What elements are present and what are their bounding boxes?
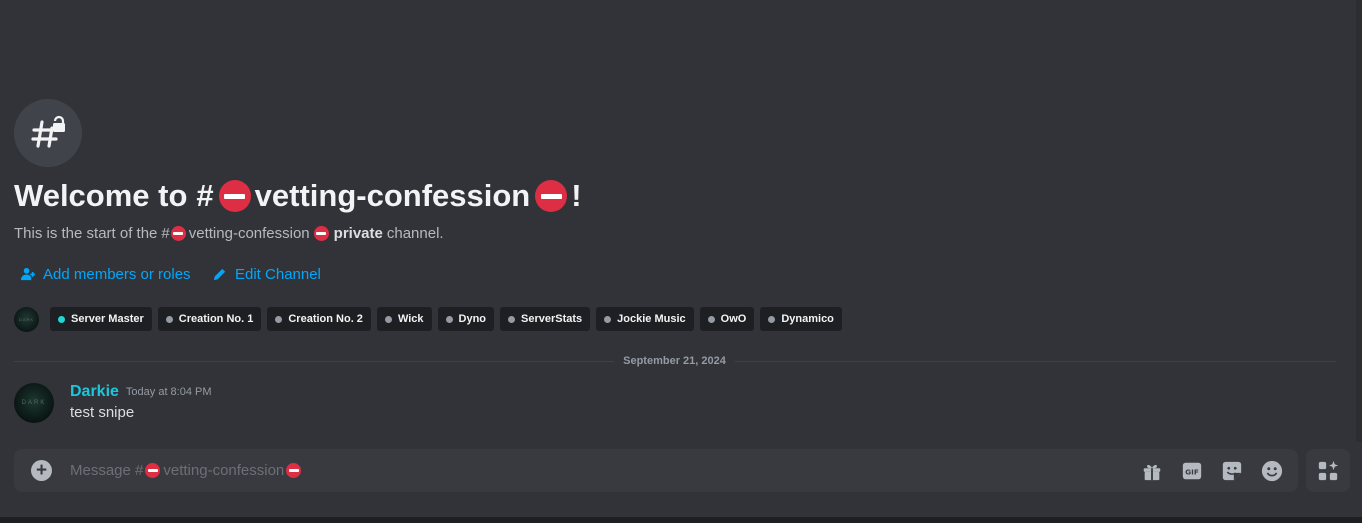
message-header: Darkie Today at 8:04 PM	[70, 382, 212, 402]
status-dot	[384, 315, 392, 323]
intro-suffix: channel.	[386, 224, 444, 242]
message-author[interactable]: Darkie	[70, 383, 119, 401]
edit-channel-button[interactable]: Edit Channel	[212, 264, 321, 284]
scrollbar-track[interactable]	[1356, 0, 1362, 442]
no-entry-icon	[170, 225, 186, 241]
no-entry-icon	[145, 463, 161, 478]
member-chip[interactable]: Creation No. 1	[157, 307, 262, 331]
channel-members-row: DARK Server Master Creation No. 1 Creati…	[14, 306, 848, 332]
channel-intro-text: This is the start of the # vetting-confe…	[14, 223, 444, 243]
message-content: test snipe	[70, 404, 135, 421]
hash-symbol: #	[161, 224, 170, 242]
status-dot	[165, 315, 173, 323]
message-input[interactable]: Message # vetting-confession	[70, 461, 304, 480]
member-name: Jockie Music	[617, 313, 686, 325]
add-members-label: Add members or roles	[43, 265, 191, 283]
server-avatar: DARK	[14, 306, 39, 332]
sticker-icon[interactable]	[1220, 459, 1244, 483]
member-name: Wick	[397, 313, 424, 325]
welcome-suffix: !	[571, 178, 582, 213]
channel-view: Welcome to # vetting-confession ! This i…	[0, 0, 1362, 523]
channel-name: vetting-confession	[254, 178, 531, 213]
gift-icon[interactable]	[1140, 459, 1164, 483]
member-chip[interactable]: ServerStats	[500, 307, 591, 331]
placeholder-channel: vetting-confession	[163, 462, 285, 479]
status-dot	[508, 315, 516, 323]
member-chip[interactable]: Dyno	[437, 307, 495, 331]
add-members-button[interactable]: Add members or roles	[20, 264, 191, 284]
pencil-icon	[213, 268, 226, 280]
upload-plus-icon[interactable]: +	[31, 460, 52, 481]
message-composer: + Message # vetting-confession GIF	[14, 449, 1298, 492]
status-dot	[58, 315, 65, 323]
private-label: private	[333, 224, 383, 242]
channel-name: vetting-confession	[188, 224, 310, 242]
welcome-prefix: Welcome to	[14, 178, 188, 213]
member-chip[interactable]: Dynamico	[760, 307, 842, 331]
no-entry-icon	[218, 180, 251, 212]
intro-prefix: This is the start of the	[14, 224, 158, 242]
placeholder-prefix: Message #	[70, 462, 144, 479]
status-dot	[604, 315, 612, 323]
add-members-icon	[20, 267, 35, 280]
emoji-icon[interactable]	[1260, 459, 1284, 483]
status-dot	[445, 315, 453, 323]
no-entry-icon	[286, 463, 302, 478]
status-dot	[707, 315, 715, 323]
gif-icon[interactable]: GIF	[1180, 459, 1204, 483]
member-name: Creation No. 1	[178, 313, 254, 325]
member-chip[interactable]: Server Master	[50, 307, 152, 331]
edit-channel-label: Edit Channel	[235, 265, 321, 283]
avatar-text: DARK	[21, 400, 47, 406]
member-name: Dynamico	[781, 313, 834, 325]
member-name: Server Master	[71, 313, 144, 325]
member-name: Creation No. 2	[288, 313, 363, 325]
status-dot	[275, 315, 283, 323]
apps-icon[interactable]	[1306, 449, 1350, 492]
member-chip[interactable]: Creation No. 2	[267, 307, 371, 331]
member-chip[interactable]: Jockie Music	[596, 307, 694, 331]
hash-symbol: #	[196, 178, 214, 213]
bottom-bar	[0, 517, 1362, 523]
member-name: ServerStats	[521, 313, 583, 325]
avatar[interactable]: DARK	[14, 383, 54, 423]
message-timestamp: Today at 8:04 PM	[125, 386, 212, 398]
no-entry-icon	[535, 180, 568, 212]
status-dot	[768, 315, 776, 323]
svg-text:GIF: GIF	[1185, 468, 1199, 477]
member-name: OwO	[720, 313, 747, 325]
hashtag-lock-icon	[14, 99, 82, 167]
date-divider-label: September 21, 2024	[614, 353, 735, 369]
member-name: Dyno	[458, 313, 487, 325]
member-chip[interactable]: OwO	[699, 307, 755, 331]
member-chip[interactable]: Wick	[376, 307, 432, 331]
channel-welcome-title: Welcome to # vetting-confession !	[14, 176, 582, 216]
no-entry-icon	[313, 225, 329, 241]
